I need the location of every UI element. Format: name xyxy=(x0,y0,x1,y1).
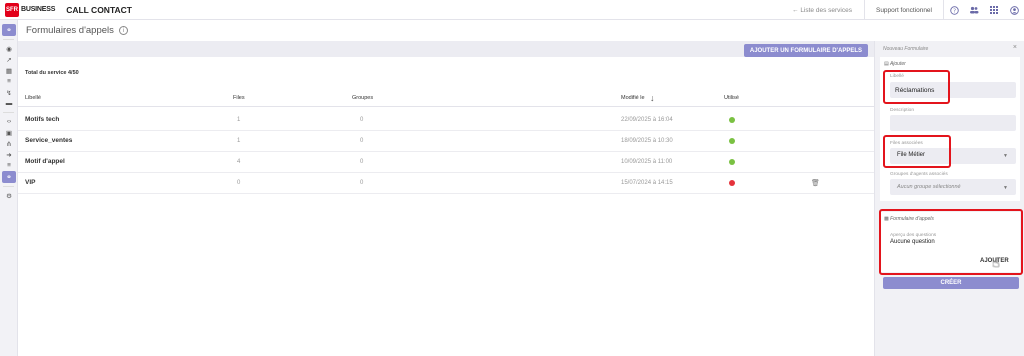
brand-name: BUSINESS xyxy=(21,6,56,13)
page-header: Formulaires d'appels i xyxy=(18,20,1024,41)
new-form-panel: Nouveau Formulaire × ▤ Ajouter Libellé R… xyxy=(874,41,1024,356)
support-link[interactable]: Support fonctionnel xyxy=(865,0,944,20)
description-field[interactable] xyxy=(890,115,1016,131)
total-count: Total du service 4/50 xyxy=(25,70,79,76)
table-row[interactable]: VIP 0 0 15/07/2024 à 14:15 🗑 xyxy=(18,173,874,194)
headset-active-icon[interactable]: ⚭ xyxy=(2,171,16,183)
top-bar: SFR BUSINESS CALL CONTACT ← Liste des se… xyxy=(0,0,1024,20)
folder-icon[interactable]: ▬ xyxy=(0,98,18,109)
row-files: 0 xyxy=(237,180,241,186)
info-icon[interactable]: i xyxy=(118,26,128,35)
headset-icon[interactable]: ⚭ xyxy=(2,24,16,36)
add-form-button[interactable]: AJOUTER UN FORMULAIRE D'APPELS xyxy=(743,44,868,57)
main-content: AJOUTER UN FORMULAIRE D'APPELS Total du … xyxy=(18,41,874,356)
network-icon[interactable]: ⋔ xyxy=(0,138,18,149)
route-icon[interactable]: ↯ xyxy=(0,87,18,98)
row-name: Motif d'appel xyxy=(25,158,65,165)
page-title: Formulaires d'appels xyxy=(26,25,114,36)
row-groupes: 0 xyxy=(360,138,364,144)
used-status-indicator xyxy=(729,138,735,144)
users-icon[interactable] xyxy=(964,0,984,20)
row-date: 22/09/2025 à 16:04 xyxy=(621,117,673,123)
forward-icon[interactable]: ➜ xyxy=(0,149,18,160)
highlight-files xyxy=(883,135,951,168)
table-row[interactable]: Motifs tech 1 0 22/09/2025 à 16:04 xyxy=(18,110,874,131)
top-right-nav: ← Liste des services Support fonctionnel… xyxy=(780,0,1024,20)
code-icon[interactable]: ‹› xyxy=(0,116,18,127)
groups-value: Aucun groupe sélectionné xyxy=(897,184,961,190)
table-header: Libellé Files Groupes Modifié le ↓ Utili… xyxy=(18,93,874,107)
panel-header: Nouveau Formulaire × xyxy=(875,41,1024,55)
add-section-title-text: Ajouter xyxy=(889,61,906,67)
used-status-indicator xyxy=(729,180,735,186)
description-label: Description xyxy=(890,108,914,113)
app-root: SFR BUSINESS CALL CONTACT ← Liste des se… xyxy=(0,0,1024,356)
row-groupes: 0 xyxy=(360,117,364,123)
close-icon[interactable]: × xyxy=(1013,44,1017,51)
services-list-link[interactable]: ← Liste des services xyxy=(780,0,865,20)
settings-icon[interactable]: ⚙ xyxy=(0,190,18,201)
used-status-indicator xyxy=(729,117,735,123)
help-icon[interactable]: ? xyxy=(944,0,964,20)
row-date: 15/07/2024 à 14:15 xyxy=(621,180,673,186)
sidebar: ⚭ ◉ ↗ ▦ ≡ ↯ ▬ ‹› ▣ ⋔ ➜ ≡ ⚭ ⚙ xyxy=(0,20,18,356)
trend-icon[interactable]: ↗ xyxy=(0,54,18,65)
highlight-form-section xyxy=(879,209,1023,275)
row-name: Motifs tech xyxy=(25,116,60,123)
groups-label: Groupes d'agents associés xyxy=(890,172,948,177)
row-files: 1 xyxy=(237,138,241,144)
document-icon: ▤ xyxy=(884,61,889,67)
account-icon[interactable] xyxy=(1004,0,1024,20)
row-date: 10/09/2025 à 11:00 xyxy=(621,159,673,165)
chevron-down-icon: ▼ xyxy=(1003,153,1008,159)
row-files: 4 xyxy=(237,159,241,165)
row-name: Service_ventes xyxy=(25,137,73,144)
highlight-libelle xyxy=(883,70,950,104)
svg-text:?: ? xyxy=(953,8,956,14)
sort-desc-icon[interactable]: ↓ xyxy=(650,93,655,103)
trash-icon[interactable]: 🗑 xyxy=(811,179,820,187)
panel-title: Nouveau Formulaire xyxy=(883,46,929,52)
table-row[interactable]: Motif d'appel 4 0 10/09/2025 à 11:00 xyxy=(18,152,874,173)
row-groupes: 0 xyxy=(360,180,364,186)
queue-icon[interactable]: ≡ xyxy=(0,160,18,171)
create-button[interactable]: CRÉER xyxy=(883,277,1019,289)
hand-cursor-icon: ☝ xyxy=(992,255,1000,270)
row-groupes: 0 xyxy=(360,159,364,165)
row-name: VIP xyxy=(25,179,36,186)
column-header-files[interactable]: Files xyxy=(233,95,245,101)
sidebar-divider xyxy=(3,186,14,187)
column-header-libelle[interactable]: Libellé xyxy=(25,95,41,101)
sfr-logo[interactable]: SFR xyxy=(5,2,19,17)
eye-icon[interactable]: ◉ xyxy=(0,43,18,54)
sidebar-divider xyxy=(3,112,14,113)
table-row[interactable]: Service_ventes 1 0 18/09/2025 à 10:30 xyxy=(18,131,874,152)
app-title: CALL CONTACT xyxy=(66,4,132,15)
used-status-indicator xyxy=(729,159,735,165)
row-files: 1 xyxy=(237,117,241,123)
apps-grid-icon[interactable] xyxy=(984,0,1004,20)
column-header-groupes[interactable]: Groupes xyxy=(352,95,373,101)
row-date: 18/09/2025 à 10:30 xyxy=(621,138,673,144)
chevron-down-icon: ▼ xyxy=(1003,185,1008,191)
column-header-utilise[interactable]: Utilisé xyxy=(724,95,739,101)
calendar-icon[interactable]: ▣ xyxy=(0,127,18,138)
sidebar-divider xyxy=(3,39,14,40)
add-section-title: ▤ Ajouter xyxy=(884,61,906,67)
action-bar: AJOUTER UN FORMULAIRE D'APPELS xyxy=(18,41,874,57)
list-icon[interactable]: ≡ xyxy=(0,76,18,87)
column-header-modifie[interactable]: Modifié le xyxy=(621,95,645,101)
save-icon[interactable]: ▦ xyxy=(0,65,18,76)
